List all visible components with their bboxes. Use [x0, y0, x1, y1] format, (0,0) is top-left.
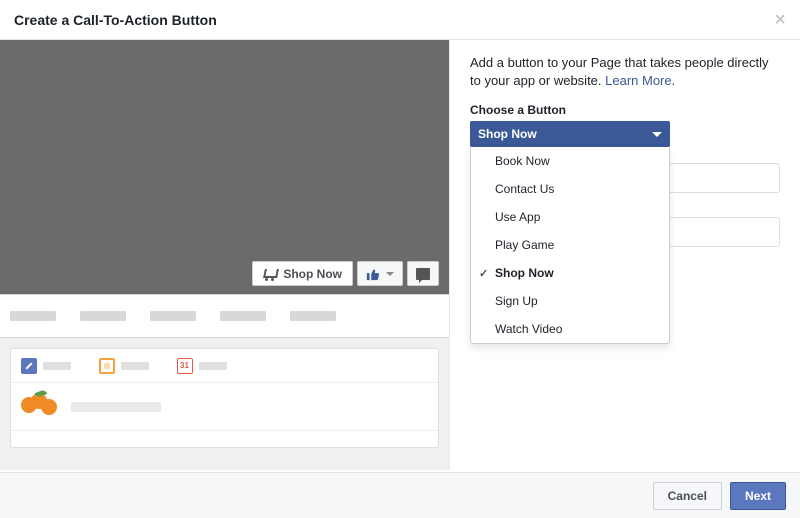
- dropdown-list: Book Now Contact Us Use App Play Game Sh…: [470, 147, 670, 344]
- thumbs-up-icon: [366, 267, 380, 281]
- chevron-down-icon: [652, 132, 662, 137]
- composer-body: [11, 383, 438, 431]
- label-placeholder: [43, 362, 71, 370]
- preview-pane: Shop Now: [0, 40, 450, 470]
- cancel-button[interactable]: Cancel: [653, 482, 722, 510]
- dropdown-toggle[interactable]: Shop Now: [470, 121, 670, 147]
- tab-placeholder: [220, 311, 266, 321]
- dropdown-option-watch-video[interactable]: Watch Video: [471, 315, 669, 343]
- label-placeholder: [199, 362, 227, 370]
- cta-bar: Shop Now: [252, 261, 439, 286]
- composer-footer: [11, 431, 438, 447]
- message-icon: [416, 268, 430, 280]
- close-icon[interactable]: ×: [774, 10, 786, 30]
- form-pane: Add a button to your Page that takes peo…: [450, 40, 800, 470]
- dropdown-option-book-now[interactable]: Book Now: [471, 147, 669, 175]
- cart-icon: [263, 268, 277, 280]
- composer-tab-status[interactable]: [21, 358, 71, 374]
- message-button[interactable]: [407, 261, 439, 286]
- modal-header: Create a Call-To-Action Button ×: [0, 0, 800, 40]
- dropdown-option-shop-now[interactable]: Shop Now: [471, 259, 669, 287]
- like-button[interactable]: [357, 261, 403, 286]
- learn-more-link[interactable]: Learn More: [605, 73, 671, 88]
- dropdown-option-use-app[interactable]: Use App: [471, 203, 669, 231]
- calendar-icon: [177, 358, 193, 374]
- dropdown-selected-label: Shop Now: [478, 127, 537, 141]
- tab-placeholder: [80, 311, 126, 321]
- photo-icon: [99, 358, 115, 374]
- chevron-down-icon: [386, 272, 394, 276]
- composer-area: [0, 338, 449, 458]
- composer: [10, 348, 439, 448]
- composer-tab-photo[interactable]: [99, 358, 149, 374]
- pencil-icon: [21, 358, 37, 374]
- dropdown-option-contact-us[interactable]: Contact Us: [471, 175, 669, 203]
- form-description: Add a button to your Page that takes peo…: [470, 54, 780, 89]
- dropdown-option-sign-up[interactable]: Sign Up: [471, 287, 669, 315]
- composer-tab-event[interactable]: [177, 358, 227, 374]
- modal-body: Shop Now: [0, 40, 800, 470]
- modal-footer: Cancel Next: [0, 472, 800, 518]
- cta-preview-label: Shop Now: [283, 267, 342, 281]
- text-placeholder: [71, 402, 161, 412]
- page-nav-tabs: [0, 294, 449, 338]
- next-button[interactable]: Next: [730, 482, 786, 510]
- composer-header: [11, 349, 438, 383]
- tab-placeholder: [10, 311, 56, 321]
- cta-preview-button[interactable]: Shop Now: [252, 261, 353, 286]
- tab-placeholder: [290, 311, 336, 321]
- page-avatar: [21, 393, 61, 421]
- modal-title: Create a Call-To-Action Button: [14, 12, 217, 28]
- dropdown-option-play-game[interactable]: Play Game: [471, 231, 669, 259]
- button-type-dropdown[interactable]: Shop Now Book Now Contact Us Use App Pla…: [470, 121, 670, 147]
- choose-button-label: Choose a Button: [470, 103, 780, 117]
- tab-placeholder: [150, 311, 196, 321]
- cover-photo-area: Shop Now: [0, 40, 449, 294]
- label-placeholder: [121, 362, 149, 370]
